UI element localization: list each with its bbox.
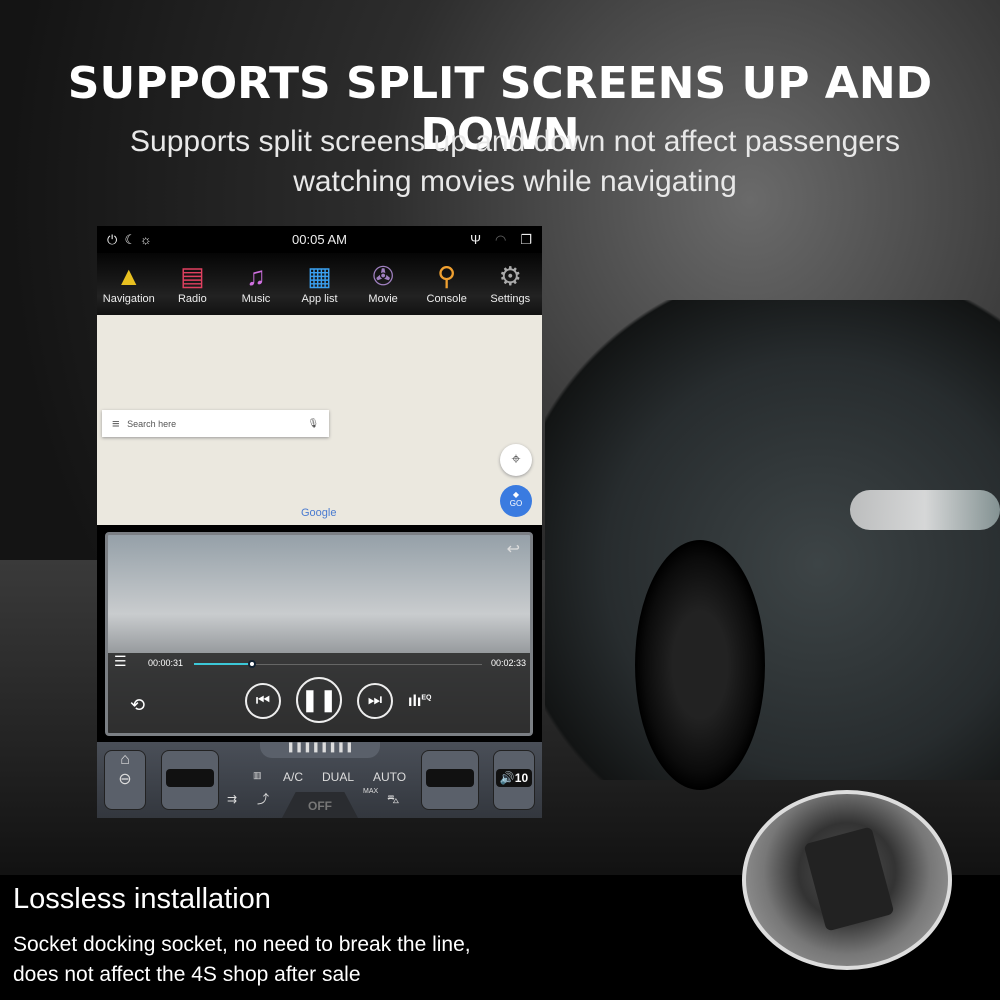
go-button[interactable]: ◆ GO: [500, 485, 532, 517]
auto-button[interactable]: AUTO: [373, 770, 406, 784]
pause-button[interactable]: ❚❚: [296, 677, 342, 723]
navigation-icon: ▲: [115, 261, 142, 291]
progress-slider[interactable]: [194, 660, 482, 668]
app-movie[interactable]: ✇ Movie: [351, 253, 415, 315]
climate-panel: ⌂ ⊖ ❚❚❚❚❚❚❚❚ ▥ A/C DUAL AUTO ⇉ ⤴ OFF MAX…: [97, 742, 542, 818]
connector-plug-image: [742, 790, 952, 970]
app-label: App list: [301, 293, 338, 305]
console-icon: ⚲: [437, 261, 457, 291]
radio-icon: ▤: [180, 261, 205, 291]
ac-button[interactable]: A/C: [283, 770, 303, 784]
app-music[interactable]: ♫ Music: [224, 253, 288, 315]
my-location-button[interactable]: ⌖: [500, 444, 532, 476]
back-circle-icon[interactable]: ⊖: [105, 769, 145, 789]
app-navigation[interactable]: ▲ Navigation: [97, 253, 161, 315]
progress-fill: [194, 663, 252, 665]
defrost-icon[interactable]: ▥: [253, 770, 262, 781]
app-list-icon: ▦: [307, 261, 332, 291]
microphone-icon[interactable]: 🎙: [308, 418, 319, 429]
app-bar: ▲ Navigation ▤ Radio ♫ Music ▦ App list ✇ Mov…: [97, 253, 542, 315]
recirculation-icon[interactable]: ⛍: [387, 792, 399, 808]
footer-title: Lossless installation: [13, 883, 271, 915]
clock: 00:05 AM: [292, 232, 347, 247]
app-label: Music: [241, 293, 271, 305]
app-radio[interactable]: ▤ Radio: [161, 253, 225, 315]
map-search-bar[interactable]: ≡ Search here 🎙: [102, 410, 329, 437]
volume-control[interactable]: 🔊10: [493, 750, 535, 810]
car-image: [545, 300, 1000, 780]
repeat-icon[interactable]: ⟲: [130, 695, 145, 716]
subheadline-line: watching movies while navigating: [293, 165, 737, 198]
footer-line: does not affect the 4S shop after sale: [13, 963, 361, 986]
right-temp-display: [426, 769, 474, 787]
off-button[interactable]: OFF: [282, 792, 358, 818]
eq-label: EQ: [421, 694, 432, 702]
left-temp-control[interactable]: [161, 750, 219, 810]
playlist-icon[interactable]: ☰: [114, 653, 127, 670]
car-wheel: [635, 540, 765, 790]
app-label: Radio: [177, 293, 207, 305]
equalizer-button[interactable]: ılıEQ: [408, 693, 431, 711]
app-label: Console: [426, 293, 467, 305]
google-logo: Google: [301, 507, 337, 519]
right-temp-control[interactable]: [421, 750, 479, 810]
player-controls: ☰ 00:00:31 00:02:33 ⟲ ⏮ ❚❚ ⏭ ılıEQ: [108, 653, 530, 733]
car-headlight: [850, 490, 1000, 530]
settings-icon: ⚙: [498, 261, 522, 291]
max-label: MAX: [363, 788, 379, 795]
max-defrost-icon[interactable]: MAX: [363, 788, 378, 795]
fan-speed-bar[interactable]: ❚❚❚❚❚❚❚❚: [260, 742, 380, 758]
volume-icon: 🔊: [499, 771, 515, 785]
app-label: Movie: [368, 293, 398, 305]
next-button[interactable]: ⏭: [357, 683, 393, 719]
music-icon: ♫: [246, 261, 266, 291]
volume-display: 🔊10: [496, 769, 532, 787]
app-list[interactable]: ▦ App list: [288, 253, 352, 315]
directions-icon: ◆: [512, 490, 520, 499]
seat-airflow-icon[interactable]: ⤴: [257, 790, 269, 807]
footer-line: Socket docking socket, no need to break …: [13, 933, 471, 956]
footer-text: Socket docking socket, no need to break …: [13, 930, 471, 990]
progress-knob[interactable]: [247, 660, 256, 668]
elapsed-time: 00:00:31: [148, 658, 184, 668]
total-time: 00:02:33: [490, 658, 526, 668]
map-view[interactable]: ≡ Search here 🎙 ⌖ ◆ GO Google: [97, 315, 542, 525]
subheadline: Supports split screens up and down not a…: [0, 122, 1000, 202]
status-bar: ⏻ ☾ ☼ 00:05 AM Ψ ◠ ❐: [97, 226, 542, 253]
volume-level: 10: [514, 771, 529, 785]
previous-button[interactable]: ⏮: [245, 683, 281, 719]
home-icon[interactable]: ⌂: [105, 751, 145, 769]
airflow-icon[interactable]: ⇉: [227, 792, 237, 806]
subheadline-line: Supports split screens up and down not a…: [130, 125, 900, 158]
app-settings[interactable]: ⚙ Settings: [478, 253, 542, 315]
back-icon[interactable]: ↩: [507, 539, 520, 559]
connector-block: [803, 826, 895, 932]
dual-button[interactable]: DUAL: [322, 770, 354, 784]
movie-icon: ✇: [372, 261, 394, 291]
app-console[interactable]: ⚲ Console: [415, 253, 479, 315]
left-temp-display: [166, 769, 214, 787]
home-back-buttons: ⌂ ⊖: [104, 750, 146, 810]
go-label: GO: [509, 499, 523, 508]
app-label: Navigation: [102, 293, 155, 305]
menu-icon[interactable]: ≡: [112, 416, 120, 431]
head-unit-screen: ⏻ ☾ ☼ 00:05 AM Ψ ◠ ❐ ▲ Navigation ▤ Radio ♫ M…: [97, 226, 542, 818]
search-input[interactable]: Search here: [127, 419, 176, 429]
app-label: Settings: [490, 293, 531, 305]
video-player[interactable]: ↩ ☰ 00:00:31 00:02:33 ⟲ ⏮ ❚❚ ⏭ ılıEQ: [105, 532, 533, 736]
